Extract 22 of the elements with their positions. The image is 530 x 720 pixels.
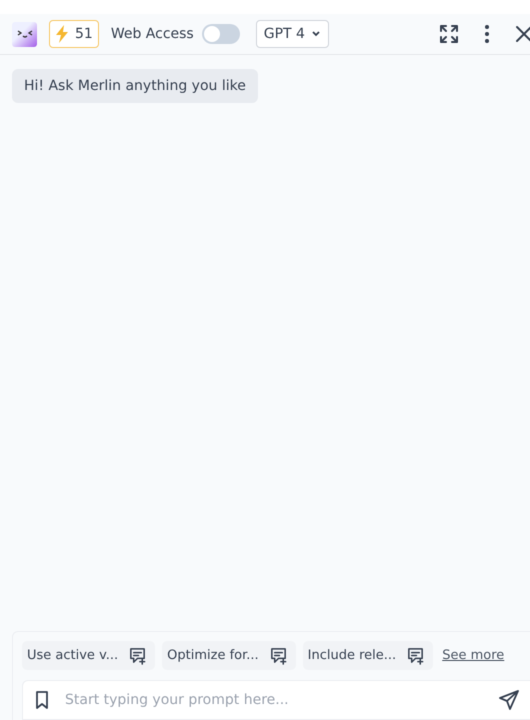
- close-icon[interactable]: [514, 24, 530, 44]
- prompt-field[interactable]: Start typing your prompt here...: [22, 680, 530, 720]
- prompt-input[interactable]: Start typing your prompt here...: [63, 691, 484, 709]
- chat-message: Hi! Ask Merlin anything you like: [12, 69, 258, 103]
- more-options-icon[interactable]: [484, 24, 490, 44]
- send-icon[interactable]: [498, 689, 520, 711]
- bookmark-icon: [35, 691, 49, 709]
- add-prompt-icon: [406, 646, 426, 665]
- see-more-link[interactable]: See more: [442, 648, 504, 663]
- chevron-down-icon: [310, 30, 321, 38]
- add-prompt-icon: [128, 646, 148, 665]
- suggestion-chip[interactable]: Optimize for...: [162, 641, 296, 670]
- add-prompt-icon: [268, 646, 288, 665]
- logo-icon: [12, 22, 37, 46]
- suggestion-chip[interactable]: Use active v...: [22, 641, 156, 670]
- web-access-label: Web Access: [110, 26, 194, 42]
- expand-icon[interactable]: [438, 23, 460, 45]
- suggestion-chip[interactable]: Include rele...: [302, 641, 434, 670]
- model-dropdown[interactable]: GPT 4: [256, 20, 329, 48]
- lightning-icon: [55, 25, 69, 43]
- web-access-toggle[interactable]: [202, 24, 240, 44]
- credits-count: 51: [75, 26, 93, 42]
